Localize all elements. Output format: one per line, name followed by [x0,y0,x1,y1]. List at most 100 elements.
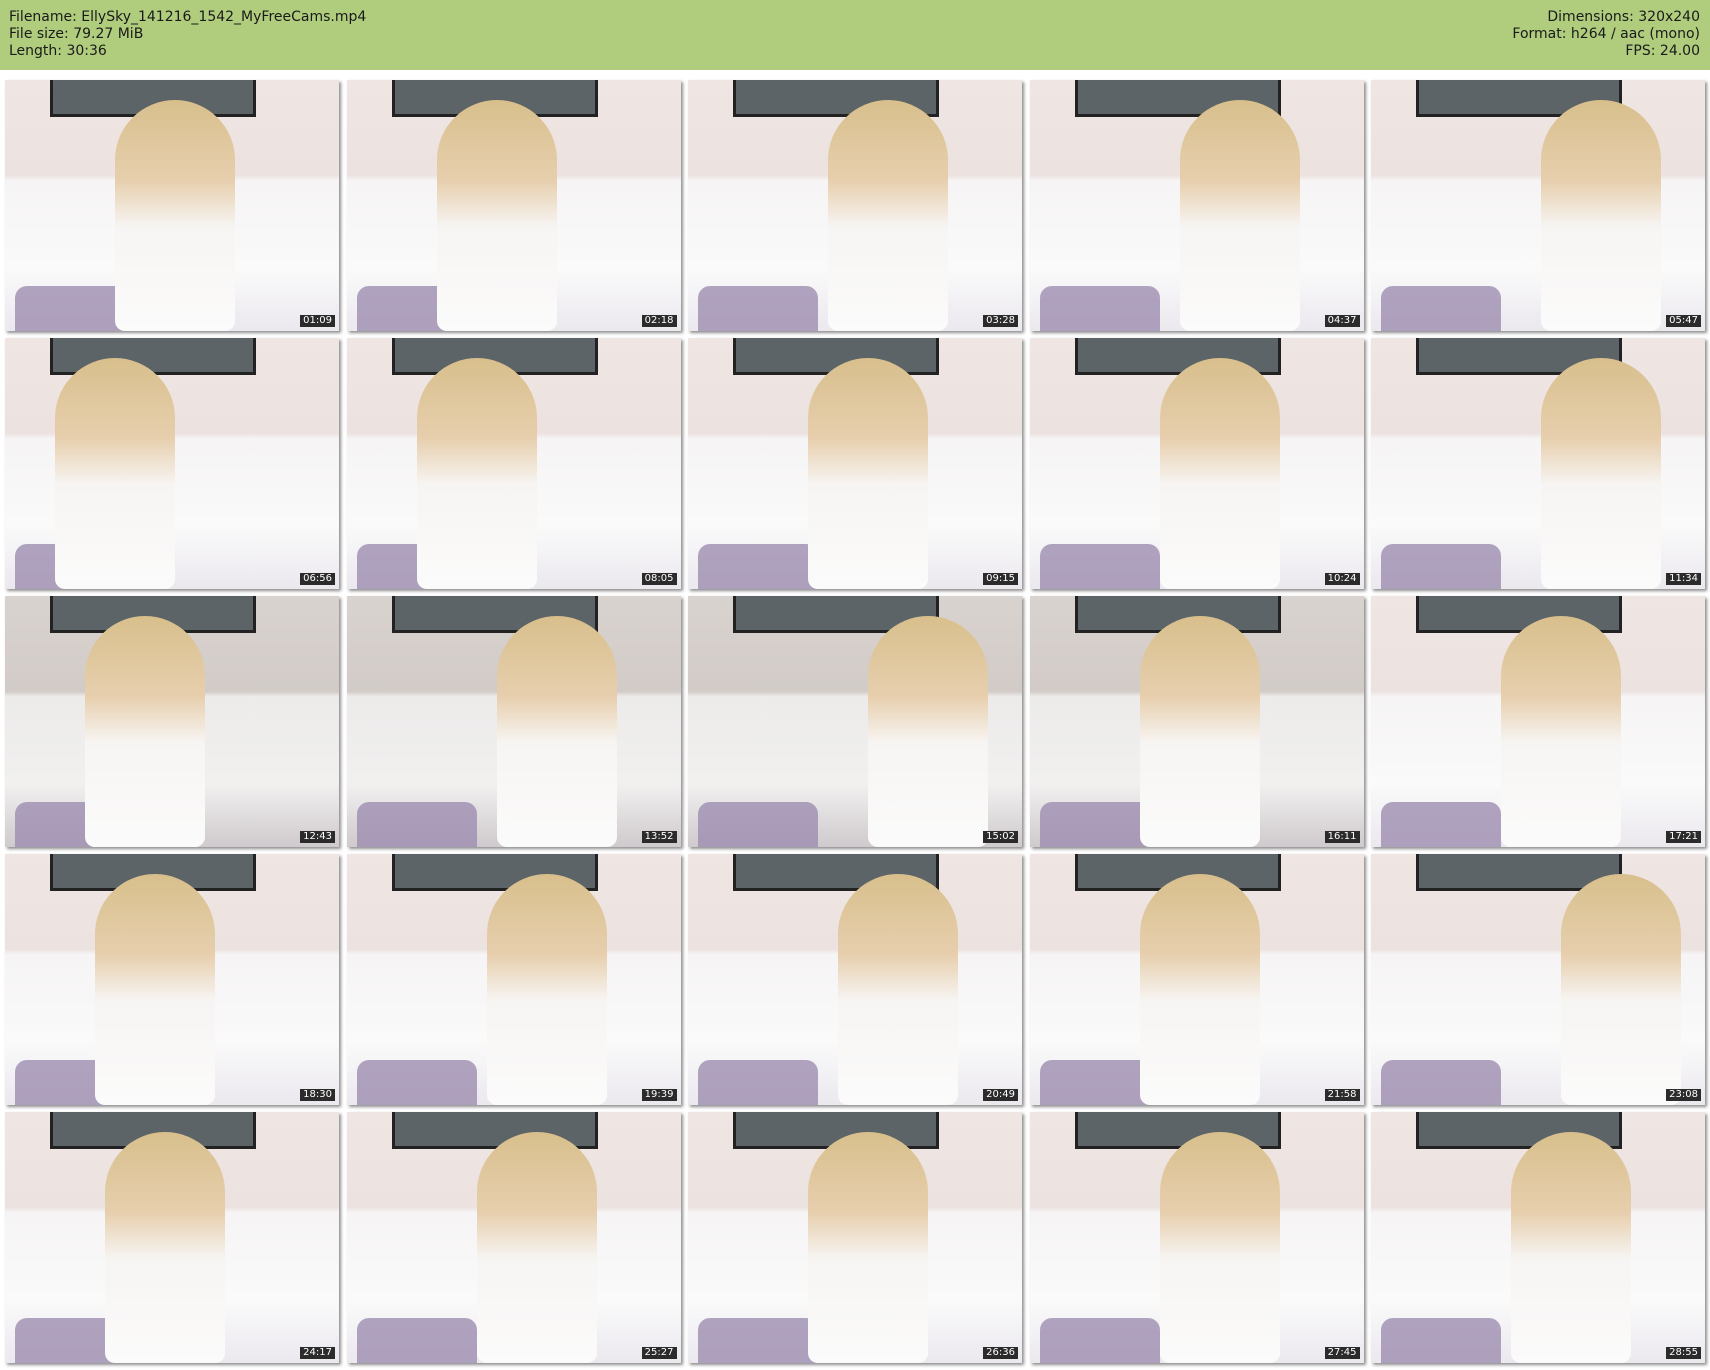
timestamp-label: 12:43 [300,831,335,843]
figure-silhouette [1159,358,1280,589]
fps-text: FPS: 24.00 [1625,43,1700,59]
format-text: Format: h264 / aac (mono) [1512,26,1700,42]
figure-silhouette [416,358,537,589]
figure-silhouette [808,1132,928,1363]
figure-silhouette [828,100,948,331]
timestamp-label: 23:08 [1666,1089,1701,1101]
pillow [1381,286,1501,331]
figure-silhouette [486,874,607,1105]
figure-silhouette [496,616,617,847]
pillow [698,1060,818,1105]
figure-silhouette [1139,874,1260,1105]
timestamp-label: 02:18 [641,315,677,327]
pillow [356,802,477,847]
timestamp-label: 25:27 [641,1347,677,1359]
video-frame-thumbnail[interactable]: 01:09 [5,80,339,331]
figure-silhouette [95,874,215,1105]
timestamp-label: 13:52 [641,831,677,843]
pillow [698,1318,818,1363]
figure-silhouette [436,100,557,331]
timestamp-label: 20:49 [983,1089,1018,1101]
video-frame-thumbnail[interactable]: 28:55 [1371,1112,1705,1363]
figure-silhouette [1501,616,1621,847]
figure-silhouette [1159,1132,1280,1363]
pillow [1039,286,1160,331]
figure-silhouette [1561,874,1681,1105]
filename-text: Filename: EllySky_141216_1542_MyFreeCams… [9,9,367,25]
video-frame-thumbnail[interactable]: 13:52 [346,596,681,847]
video-frame-thumbnail[interactable]: 17:21 [1371,596,1705,847]
dimensions-text: Dimensions: 320x240 [1547,9,1700,25]
timestamp-label: 04:37 [1324,315,1360,327]
pillow [1381,1318,1501,1363]
video-frame-thumbnail[interactable]: 16:11 [1029,596,1364,847]
timestamp-label: 28:55 [1666,1347,1701,1359]
timestamp-label: 06:56 [300,573,335,585]
thumbnail-grid: 01:09 02:18 03:28 04:37 05:47 06:56 08:05 09:15… [5,80,1705,1363]
figure-silhouette [55,358,175,589]
video-frame-thumbnail[interactable]: 03:28 [688,80,1022,331]
video-frame-thumbnail[interactable]: 08:05 [346,338,681,589]
video-frame-thumbnail[interactable]: 04:37 [1029,80,1364,331]
figure-silhouette [868,616,988,847]
pillow [1039,1318,1160,1363]
video-frame-thumbnail[interactable]: 05:47 [1371,80,1705,331]
figure-silhouette [838,874,958,1105]
filesize-text: File size: 79.27 MiB [9,26,144,42]
figure-silhouette [808,358,928,589]
figure-silhouette [1511,1132,1631,1363]
pillow [1381,802,1501,847]
figure-silhouette [1541,100,1661,331]
video-frame-thumbnail[interactable]: 06:56 [5,338,339,589]
timestamp-label: 27:45 [1324,1347,1360,1359]
figure-silhouette [1139,616,1260,847]
timestamp-label: 21:58 [1324,1089,1360,1101]
figure-silhouette [1541,358,1661,589]
timestamp-label: 03:28 [983,315,1018,327]
timestamp-label: 09:15 [983,573,1018,585]
file-info-right: Dimensions: 320x240 Format: h264 / aac (… [1512,9,1700,60]
video-frame-thumbnail[interactable]: 23:08 [1371,854,1705,1105]
length-text: Length: 30:36 [9,43,107,59]
file-info-left: Filename: EllySky_141216_1542_MyFreeCams… [9,9,366,60]
timestamp-label: 15:02 [983,831,1018,843]
timestamp-label: 18:30 [300,1089,335,1101]
timestamp-label: 24:17 [300,1347,335,1359]
timestamp-label: 16:11 [1324,831,1360,843]
pillow [698,544,818,589]
video-frame-thumbnail[interactable]: 20:49 [688,854,1022,1105]
pillow [1381,544,1501,589]
timestamp-label: 05:47 [1666,315,1701,327]
pillow [1039,544,1160,589]
video-frame-thumbnail[interactable]: 26:36 [688,1112,1022,1363]
video-frame-thumbnail[interactable]: 18:30 [5,854,339,1105]
pillow [698,286,818,331]
pillow [356,1318,477,1363]
timestamp-label: 10:24 [1324,573,1360,585]
timestamp-label: 08:05 [641,573,677,585]
timestamp-label: 19:39 [641,1089,677,1101]
video-frame-thumbnail[interactable]: 24:17 [5,1112,339,1363]
video-frame-thumbnail[interactable]: 12:43 [5,596,339,847]
figure-silhouette [105,1132,225,1363]
figure-silhouette [476,1132,597,1363]
video-frame-thumbnail[interactable]: 27:45 [1029,1112,1364,1363]
figure-silhouette [1179,100,1300,331]
video-frame-thumbnail[interactable]: 19:39 [346,854,681,1105]
figure-silhouette [115,100,235,331]
figure-silhouette [85,616,205,847]
timestamp-label: 01:09 [300,315,335,327]
video-frame-thumbnail[interactable]: 25:27 [346,1112,681,1363]
video-frame-thumbnail[interactable]: 11:34 [1371,338,1705,589]
pillow [698,802,818,847]
timestamp-label: 11:34 [1666,573,1701,585]
info-header: Filename: EllySky_141216_1542_MyFreeCams… [0,0,1710,70]
video-frame-thumbnail[interactable]: 21:58 [1029,854,1364,1105]
video-frame-thumbnail[interactable]: 09:15 [688,338,1022,589]
video-frame-thumbnail[interactable]: 10:24 [1029,338,1364,589]
pillow [1381,1060,1501,1105]
video-frame-thumbnail[interactable]: 02:18 [346,80,681,331]
timestamp-label: 26:36 [983,1347,1018,1359]
pillow [356,1060,477,1105]
video-frame-thumbnail[interactable]: 15:02 [688,596,1022,847]
